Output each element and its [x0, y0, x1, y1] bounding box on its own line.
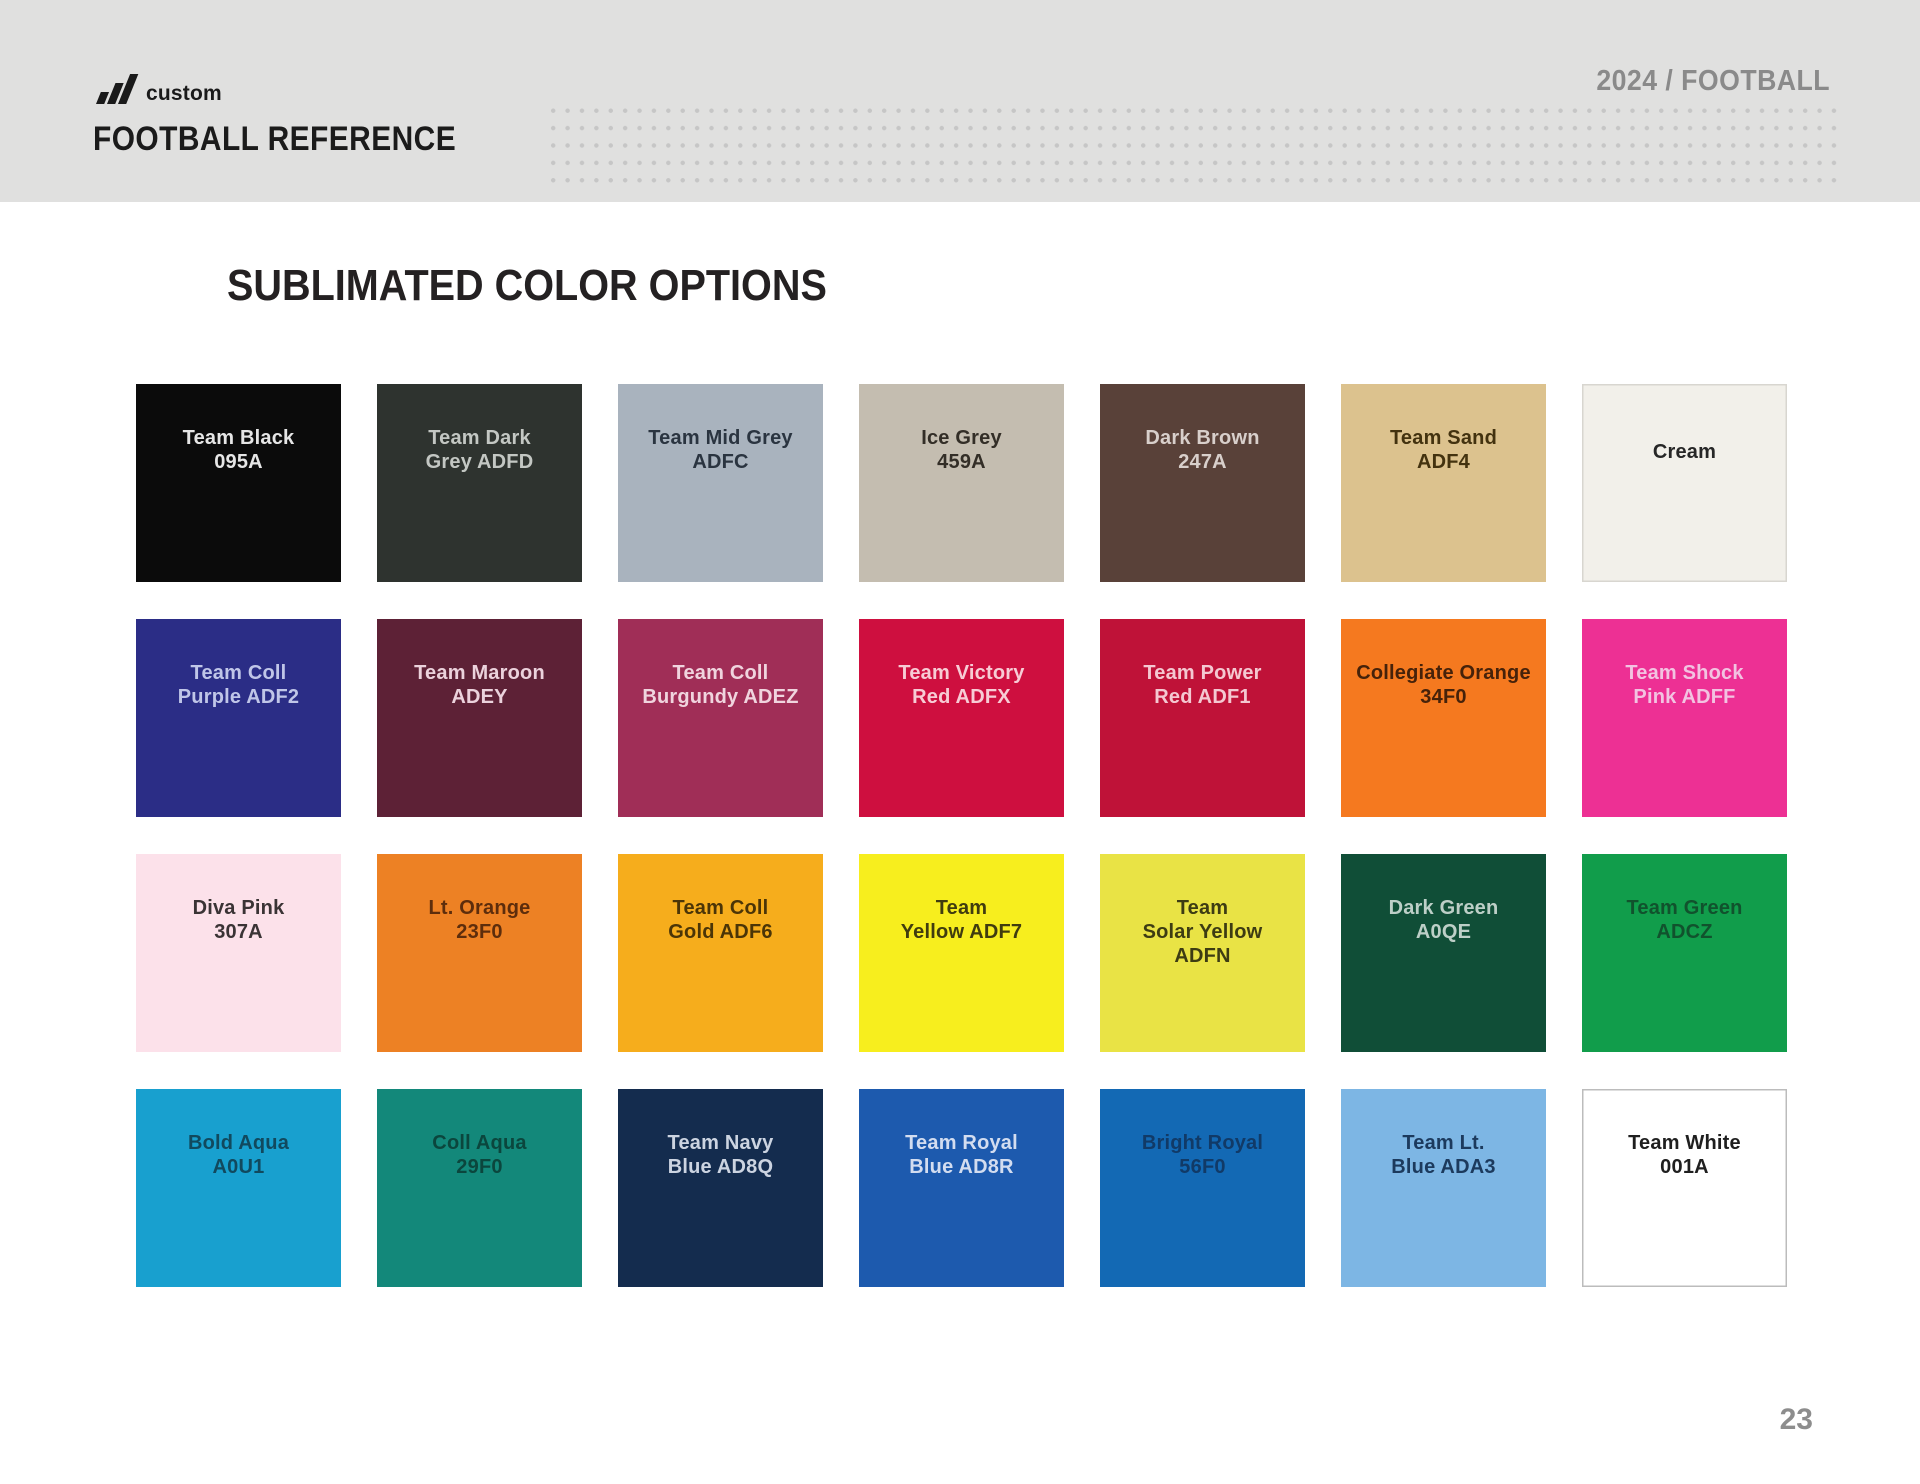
color-swatch: Collegiate Orange 34F0 — [1341, 619, 1546, 817]
swatch-grid: Team Black 095A Team Dark Grey ADFD Team… — [136, 384, 1787, 1287]
color-swatch: Team Shock Pink ADFF — [1582, 619, 1787, 817]
season-label-text: 2024 / FOOTBALL — [1596, 65, 1830, 97]
color-swatch: Team Power Red ADF1 — [1100, 619, 1305, 817]
swatch-label: Diva Pink 307A — [192, 897, 285, 943]
swatch-label: Team Mid Grey ADFC — [648, 427, 793, 473]
adidas-logo-icon — [93, 72, 139, 106]
swatch-label: Team Navy Blue AD8Q — [667, 1132, 774, 1178]
swatch-label: Team Lt. Blue ADA3 — [1391, 1132, 1496, 1178]
color-swatch: Team Maroon ADEY — [377, 619, 582, 817]
swatch-label: Team Yellow ADF7 — [900, 897, 1023, 943]
color-swatch: Team Mid Grey ADFC — [618, 384, 823, 582]
swatch-label: Team Dark Grey ADFD — [425, 427, 534, 473]
color-swatch: Team Coll Gold ADF6 — [618, 854, 823, 1052]
brand-logo-group: custom — [93, 72, 222, 106]
color-swatch: Team Sand ADF4 — [1341, 384, 1546, 582]
color-swatch: Lt. Orange 23F0 — [377, 854, 582, 1052]
swatch-label: Team Maroon ADEY — [414, 662, 545, 708]
swatch-label: Team Royal Blue AD8R — [905, 1132, 1018, 1178]
color-swatch: Team Lt. Blue ADA3 — [1341, 1089, 1546, 1287]
swatch-label: Collegiate Orange 34F0 — [1356, 662, 1531, 708]
color-swatch: Dark Green A0QE — [1341, 854, 1546, 1052]
swatch-label: Dark Brown 247A — [1145, 427, 1260, 473]
swatch-label: Team Black 095A — [182, 427, 295, 473]
swatch-label: Cream — [1652, 441, 1717, 463]
swatch-label: Bold Aqua A0U1 — [187, 1132, 290, 1178]
color-swatch: Team Royal Blue AD8R — [859, 1089, 1064, 1287]
swatch-label: Dark Green A0QE — [1388, 897, 1499, 943]
page-title-text: FOOTBALL REFERENCE — [93, 120, 457, 158]
color-swatch: Team Coll Burgundy ADEZ — [618, 619, 823, 817]
swatch-label: Coll Aqua 29F0 — [432, 1132, 527, 1178]
dot-pattern — [546, 102, 1844, 190]
catalog-page: { "page": { "background": "#ffffff", "pa… — [0, 0, 1920, 1484]
section-heading-text: SUBLIMATED COLOR OPTIONS — [227, 261, 827, 310]
color-swatch: Team Coll Purple ADF2 — [136, 619, 341, 817]
color-swatch: Diva Pink 307A — [136, 854, 341, 1052]
season-label: 2024 / FOOTBALL — [1576, 65, 1830, 98]
color-swatch: Team Victory Red ADFX — [859, 619, 1064, 817]
page-number: 23 — [1779, 1403, 1813, 1436]
swatch-label: Team Shock Pink ADFF — [1625, 662, 1744, 708]
swatch-label: Team Coll Gold ADF6 — [668, 897, 773, 943]
swatch-label: Lt. Orange 23F0 — [428, 897, 531, 943]
color-swatch: Team Solar Yellow ADFN — [1100, 854, 1305, 1052]
page-title: FOOTBALL REFERENCE — [93, 120, 506, 158]
color-swatch: Cream — [1582, 384, 1787, 582]
swatch-label: Team White 001A — [1628, 1132, 1741, 1178]
swatch-label: Bright Royal 56F0 — [1141, 1132, 1264, 1178]
color-swatch: Team Green ADCZ — [1582, 854, 1787, 1052]
color-swatch: Team Dark Grey ADFD — [377, 384, 582, 582]
color-swatch: Team Navy Blue AD8Q — [618, 1089, 823, 1287]
color-swatch: Coll Aqua 29F0 — [377, 1089, 582, 1287]
swatch-label: Team Green ADCZ — [1626, 897, 1743, 943]
swatch-label: Team Coll Burgundy ADEZ — [642, 662, 799, 708]
color-swatch: Ice Grey 459A — [859, 384, 1064, 582]
header-band: custom FOOTBALL REFERENCE 2024 / FOOTBAL… — [0, 0, 1920, 202]
brand-custom-label: custom — [146, 82, 222, 105]
color-swatch: Team Yellow ADF7 — [859, 854, 1064, 1052]
section-heading: SUBLIMATED COLOR OPTIONS — [227, 261, 894, 310]
color-swatch: Team White 001A — [1582, 1089, 1787, 1287]
swatch-label: Team Coll Purple ADF2 — [177, 662, 300, 708]
color-swatch: Team Black 095A — [136, 384, 341, 582]
swatch-label: Team Victory Red ADFX — [898, 662, 1025, 708]
swatch-label: Team Sand ADF4 — [1389, 427, 1497, 473]
color-swatch: Dark Brown 247A — [1100, 384, 1305, 582]
swatch-label: Team Solar Yellow ADFN — [1142, 897, 1263, 967]
swatch-label: Team Power Red ADF1 — [1143, 662, 1262, 708]
swatch-label: Ice Grey 459A — [921, 427, 1002, 473]
color-swatch: Bright Royal 56F0 — [1100, 1089, 1305, 1287]
color-swatch: Bold Aqua A0U1 — [136, 1089, 341, 1287]
